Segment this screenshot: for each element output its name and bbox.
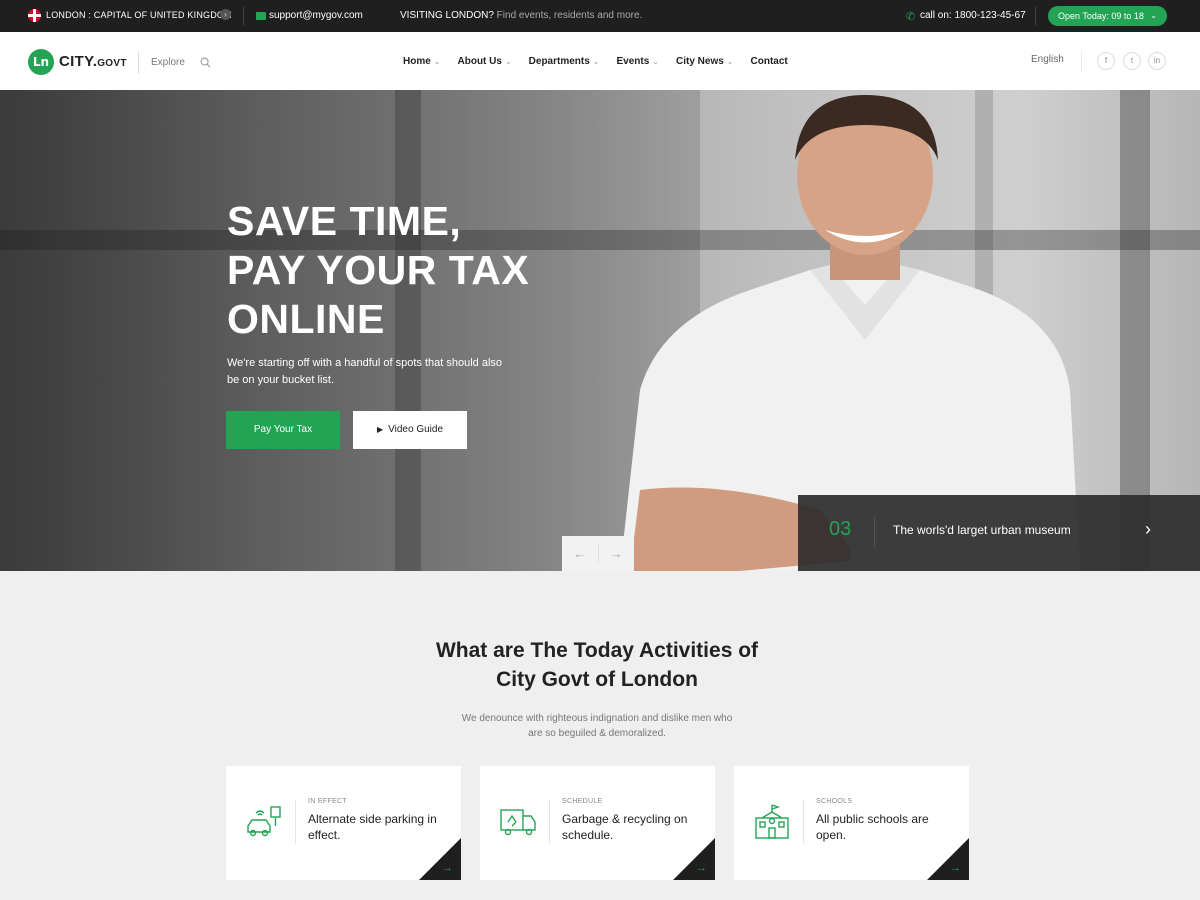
slide-caption-panel[interactable]: 03 The worls'd larget urban museum › (798, 495, 1200, 571)
chevron-right-icon[interactable]: › (220, 9, 231, 20)
nav-label: Contact (750, 56, 788, 67)
site-header: Ln CITY.GOVT Explore Home ⌄ About Us ⌄ Dep… (0, 32, 1200, 90)
twitter-icon[interactable]: t (1123, 52, 1141, 70)
linkedin-icon[interactable]: in (1148, 52, 1166, 70)
hero-title-line: ONLINE (227, 296, 385, 342)
activity-card[interactable]: SCHEDULE Garbage & recycling on schedule… (480, 766, 715, 880)
divider (549, 800, 550, 844)
school-building-icon (755, 804, 789, 839)
nav-label: Events (616, 56, 650, 67)
activity-card[interactable]: IN EFFECT Alternate side parking in effe… (226, 766, 461, 880)
parking-car-icon (247, 806, 281, 837)
card-corner (927, 838, 969, 880)
mail-icon (256, 12, 266, 20)
arrow-right-icon[interactable]: → (442, 862, 453, 874)
arrow-right-icon[interactable]: → (950, 862, 961, 874)
divider (874, 517, 875, 547)
activity-card[interactable]: SCHOOLS All public schools are open. → (734, 766, 969, 880)
nav-label: Departments (528, 56, 590, 67)
main-nav: Home ⌄ About Us ⌄ Departments ⌄ Events ⌄ Cit… (403, 56, 805, 67)
card-corner (673, 838, 715, 880)
divider (295, 800, 296, 844)
phone-icon: ✆ (906, 11, 916, 23)
activities-title: What are The Today Activities of City Go… (0, 636, 1194, 694)
chevron-down-icon: ⌄ (504, 57, 512, 66)
open-today-button[interactable]: Open Today: 09 to 18 ⌄ (1048, 6, 1167, 26)
arrow-left-icon[interactable]: ← (562, 546, 598, 561)
logo-main-text: CITY. (59, 53, 98, 70)
nav-item-about-us[interactable]: About Us ⌄ (458, 56, 512, 67)
nav-item-city-news[interactable]: City News ⌄ (676, 56, 734, 67)
divider (803, 800, 804, 844)
divider (138, 52, 139, 74)
nav-item-departments[interactable]: Departments ⌄ (529, 56, 600, 67)
support-email-link[interactable]: support@mygov.com (269, 10, 363, 21)
divider (243, 7, 244, 25)
play-icon: ▶ (376, 425, 384, 434)
hero-title: SAVE TIME, PAY YOUR TAX ONLINE (227, 197, 567, 344)
logo-text[interactable]: CITY.GOVT (59, 53, 127, 70)
uk-flag-icon (28, 9, 41, 22)
explore-link[interactable]: Explore (151, 57, 185, 68)
activities-subtitle-line: We denounce with righteous indignation a… (461, 713, 733, 724)
chevron-down-icon: ⌄ (433, 57, 441, 66)
card-category: SCHOOLS (816, 798, 853, 805)
slide-number: 03 (829, 518, 852, 540)
slide-caption: The worls'd larget urban museum (893, 523, 1071, 537)
card-corner (419, 838, 461, 880)
hero-banner: SAVE TIME, PAY YOUR TAX ONLINE We're sta… (0, 90, 1200, 571)
nav-label: About Us (457, 56, 502, 67)
chevron-down-icon: ⌄ (726, 57, 734, 66)
activities-subtitle-line: are so beguiled & demoralized. (528, 728, 666, 739)
search-icon[interactable] (200, 57, 211, 68)
chevron-down-icon: ⌄ (592, 57, 600, 66)
activities-title-line: What are The Today Activities of (435, 639, 759, 662)
activities-subtitle: We denounce with righteous indignation a… (0, 711, 1194, 741)
open-today-label: Open Today: 09 to 18 (1058, 11, 1144, 21)
chevron-down-icon: ⌄ (1150, 11, 1157, 20)
facebook-icon[interactable]: f (1097, 52, 1115, 70)
visiting-info: VISITING LONDON? Find events, residents … (400, 10, 642, 21)
slider-nav: ← → (562, 536, 634, 571)
video-guide-label: Video Guide (388, 424, 443, 435)
video-guide-button[interactable]: ▶ Video Guide (353, 411, 467, 449)
visiting-label: VISITING LONDON? (400, 10, 494, 21)
recycling-truck-icon (500, 809, 536, 836)
divider (1035, 7, 1036, 25)
nav-item-contact[interactable]: Contact (751, 56, 788, 67)
nav-label: Home (403, 56, 431, 67)
nav-item-home[interactable]: Home ⌄ (403, 56, 441, 67)
visiting-text: Find events, residents and more. (493, 10, 643, 21)
nav-label: City News (676, 56, 724, 67)
arrow-right-icon[interactable]: → (598, 546, 634, 561)
activities-title-line: City Govt of London (496, 668, 698, 691)
pay-tax-button[interactable]: Pay Your Tax (226, 411, 340, 449)
chevron-right-icon[interactable]: › (1145, 519, 1151, 540)
top-bar: LONDON : CAPITAL OF UNITED KINGDOM › sup… (0, 0, 1200, 32)
phone-link[interactable]: call on: 1800-123-45-67 (920, 10, 1026, 21)
location-label: LONDON : CAPITAL OF UNITED KINGDOM (46, 10, 232, 20)
hero-title-line: PAY YOUR TAX (227, 247, 530, 293)
divider (1081, 50, 1082, 72)
card-category: SCHEDULE (562, 798, 603, 805)
logo-icon[interactable]: Ln (28, 49, 54, 75)
hero-subtitle: We're starting off with a handful of spo… (227, 357, 503, 386)
nav-item-events[interactable]: Events ⌄ (617, 56, 660, 67)
chevron-down-icon: ⌄ (652, 57, 659, 66)
logo-small-text: GOVT (97, 58, 127, 69)
card-category: IN EFFECT (308, 798, 347, 805)
hero-title-line: SAVE TIME, (227, 198, 462, 244)
arrow-right-icon[interactable]: → (696, 862, 707, 874)
language-selector[interactable]: English (1031, 54, 1064, 65)
